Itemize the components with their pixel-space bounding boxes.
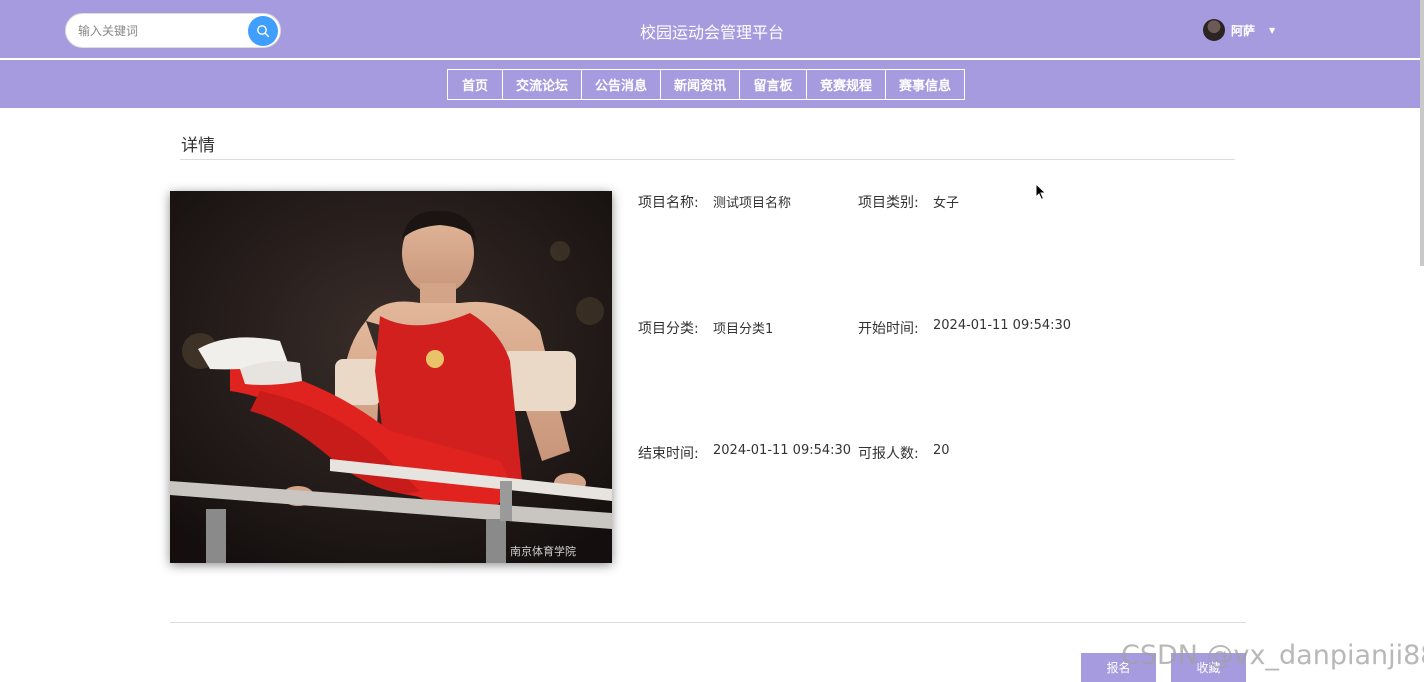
avatar bbox=[1203, 19, 1225, 41]
field-value-project-name: 测试项目名称 bbox=[713, 196, 792, 211]
nav-item-notices[interactable]: 公告消息 bbox=[581, 69, 661, 100]
nav-item-news[interactable]: 新闻资讯 bbox=[660, 69, 740, 100]
field-value-start-time: 2024-01-11 09:54:30 bbox=[933, 318, 1072, 333]
nav-item-rules[interactable]: 竞赛规程 bbox=[806, 69, 886, 100]
title-divider bbox=[180, 159, 1235, 160]
nav-item-events[interactable]: 赛事信息 bbox=[885, 69, 965, 100]
nav-bar: 首页 交流论坛 公告消息 新闻资讯 留言板 竞赛规程 赛事信息 bbox=[0, 60, 1424, 108]
field-label-start-time: 开始时间: bbox=[858, 321, 919, 337]
content-divider bbox=[170, 622, 1246, 623]
section-title: 详情 bbox=[181, 136, 215, 156]
mouse-cursor-icon bbox=[1035, 183, 1047, 201]
project-image: 南京体育学院 bbox=[170, 191, 612, 563]
header-bar: 校园运动会管理平台 阿萨 ▼ bbox=[0, 0, 1424, 59]
caret-down-icon: ▼ bbox=[1269, 25, 1276, 35]
nav-item-home[interactable]: 首页 bbox=[447, 69, 503, 100]
field-label-project-name: 项目名称: bbox=[638, 195, 699, 211]
watermark: CSDN @vx_danpianji889 bbox=[1121, 640, 1424, 671]
field-label-end-time: 结束时间: bbox=[638, 446, 699, 462]
page-scrollbar[interactable] bbox=[1420, 0, 1424, 266]
field-value-project-class: 项目分类1 bbox=[713, 322, 774, 337]
field-label-project-category: 项目类别: bbox=[858, 195, 919, 211]
nav-item-messages[interactable]: 留言板 bbox=[739, 69, 807, 100]
field-value-end-time: 2024-01-11 09:54:30 bbox=[713, 443, 852, 458]
field-label-project-class: 项目分类: bbox=[638, 321, 699, 337]
main-nav: 首页 交流论坛 公告消息 新闻资讯 留言板 竞赛规程 赛事信息 bbox=[447, 69, 965, 100]
username: 阿萨 bbox=[1231, 23, 1256, 38]
user-menu[interactable]: 阿萨 ▼ bbox=[1203, 19, 1275, 41]
field-value-capacity: 20 bbox=[933, 443, 950, 458]
field-label-capacity: 可报人数: bbox=[858, 446, 919, 462]
image-caption: 南京体育学院 bbox=[510, 545, 576, 558]
nav-item-forum[interactable]: 交流论坛 bbox=[502, 69, 582, 100]
field-value-project-category: 女子 bbox=[933, 196, 960, 211]
